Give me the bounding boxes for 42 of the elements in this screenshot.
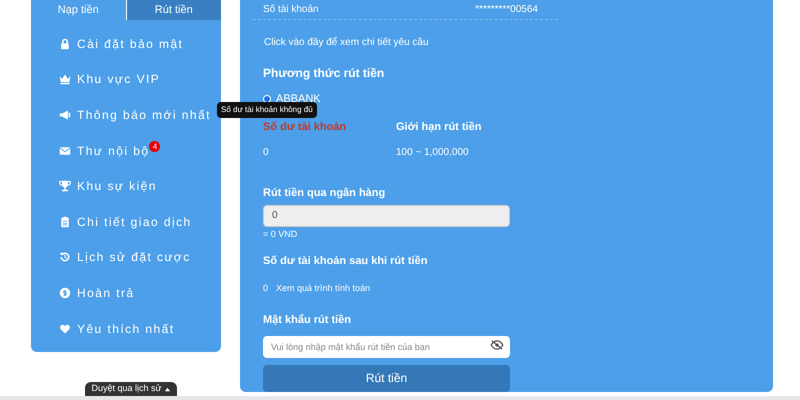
balance-label: Số dư tài khoản	[263, 120, 348, 136]
details-link[interactable]: Click vào đây để xem chi tiết yêu cầu	[264, 34, 750, 50]
withdraw-button[interactable]: Rút tiền	[263, 364, 510, 392]
section-heading: Số dư tài khoản sau khi rút tiền	[263, 254, 428, 270]
history-chip[interactable]: Duyệt qua lịch sử	[85, 382, 177, 396]
section-heading: Rút tiền qua ngân hàng	[263, 186, 386, 201]
menu-item[interactable]: Lịch sử đặt cược	[77, 248, 191, 266]
notification-badge: 4	[149, 141, 160, 152]
menu-item[interactable]: Hoàn trả	[77, 284, 135, 302]
menu-item[interactable]: Yêu thích nhất	[77, 320, 175, 338]
menu-item[interactable]: Khu sự kiện	[77, 177, 157, 196]
eye-slash-icon[interactable]	[490, 340, 504, 350]
password-field[interactable]: Vui lòng nhập mật khẩu rút tiền của bạn	[263, 336, 510, 358]
caret-icon	[164, 386, 171, 392]
section-heading: Phương thức rút tiền	[263, 64, 386, 82]
crown-icon	[59, 73, 71, 86]
menu-item[interactable]: Thư nội bộ	[77, 142, 150, 160]
account-label: Số tài khoản	[263, 2, 319, 17]
tab[interactable]: Rút tiền	[126, 0, 221, 20]
amount-field[interactable]: 0	[263, 205, 510, 227]
trophy-icon	[59, 180, 71, 192]
tooltip: Số dư tài khoản không đủ	[217, 102, 317, 118]
megaphone-icon	[59, 108, 71, 121]
limit-label: Giới hạn rút tiền	[396, 120, 482, 136]
account-number: *********00564	[475, 2, 539, 17]
history-icon	[59, 251, 71, 264]
menu-item[interactable]: Khu vực VIP	[77, 70, 160, 88]
limit-value: 100 ~ 1,000,000	[396, 146, 470, 160]
envelope-icon	[59, 144, 71, 157]
lock-icon	[59, 38, 71, 50]
clipboard-icon	[59, 216, 71, 228]
menu-item[interactable]: Thông báo mới nhất	[77, 106, 211, 124]
radio-button[interactable]	[263, 94, 271, 103]
dollar-icon	[59, 286, 71, 299]
calculation-link[interactable]: Xem quá trình tính toán	[276, 282, 370, 296]
menu-item[interactable]: Chi tiết giao dịch	[77, 212, 192, 231]
menu-item[interactable]: Cài đặt bảo mật	[77, 34, 184, 53]
section-heading: Mật khẩu rút tiền	[263, 313, 352, 328]
heart-icon	[59, 322, 71, 335]
converted-amount: = 0 VND	[263, 228, 298, 241]
balance-value: 0	[263, 146, 270, 160]
remaining-balance: 0	[263, 282, 268, 295]
